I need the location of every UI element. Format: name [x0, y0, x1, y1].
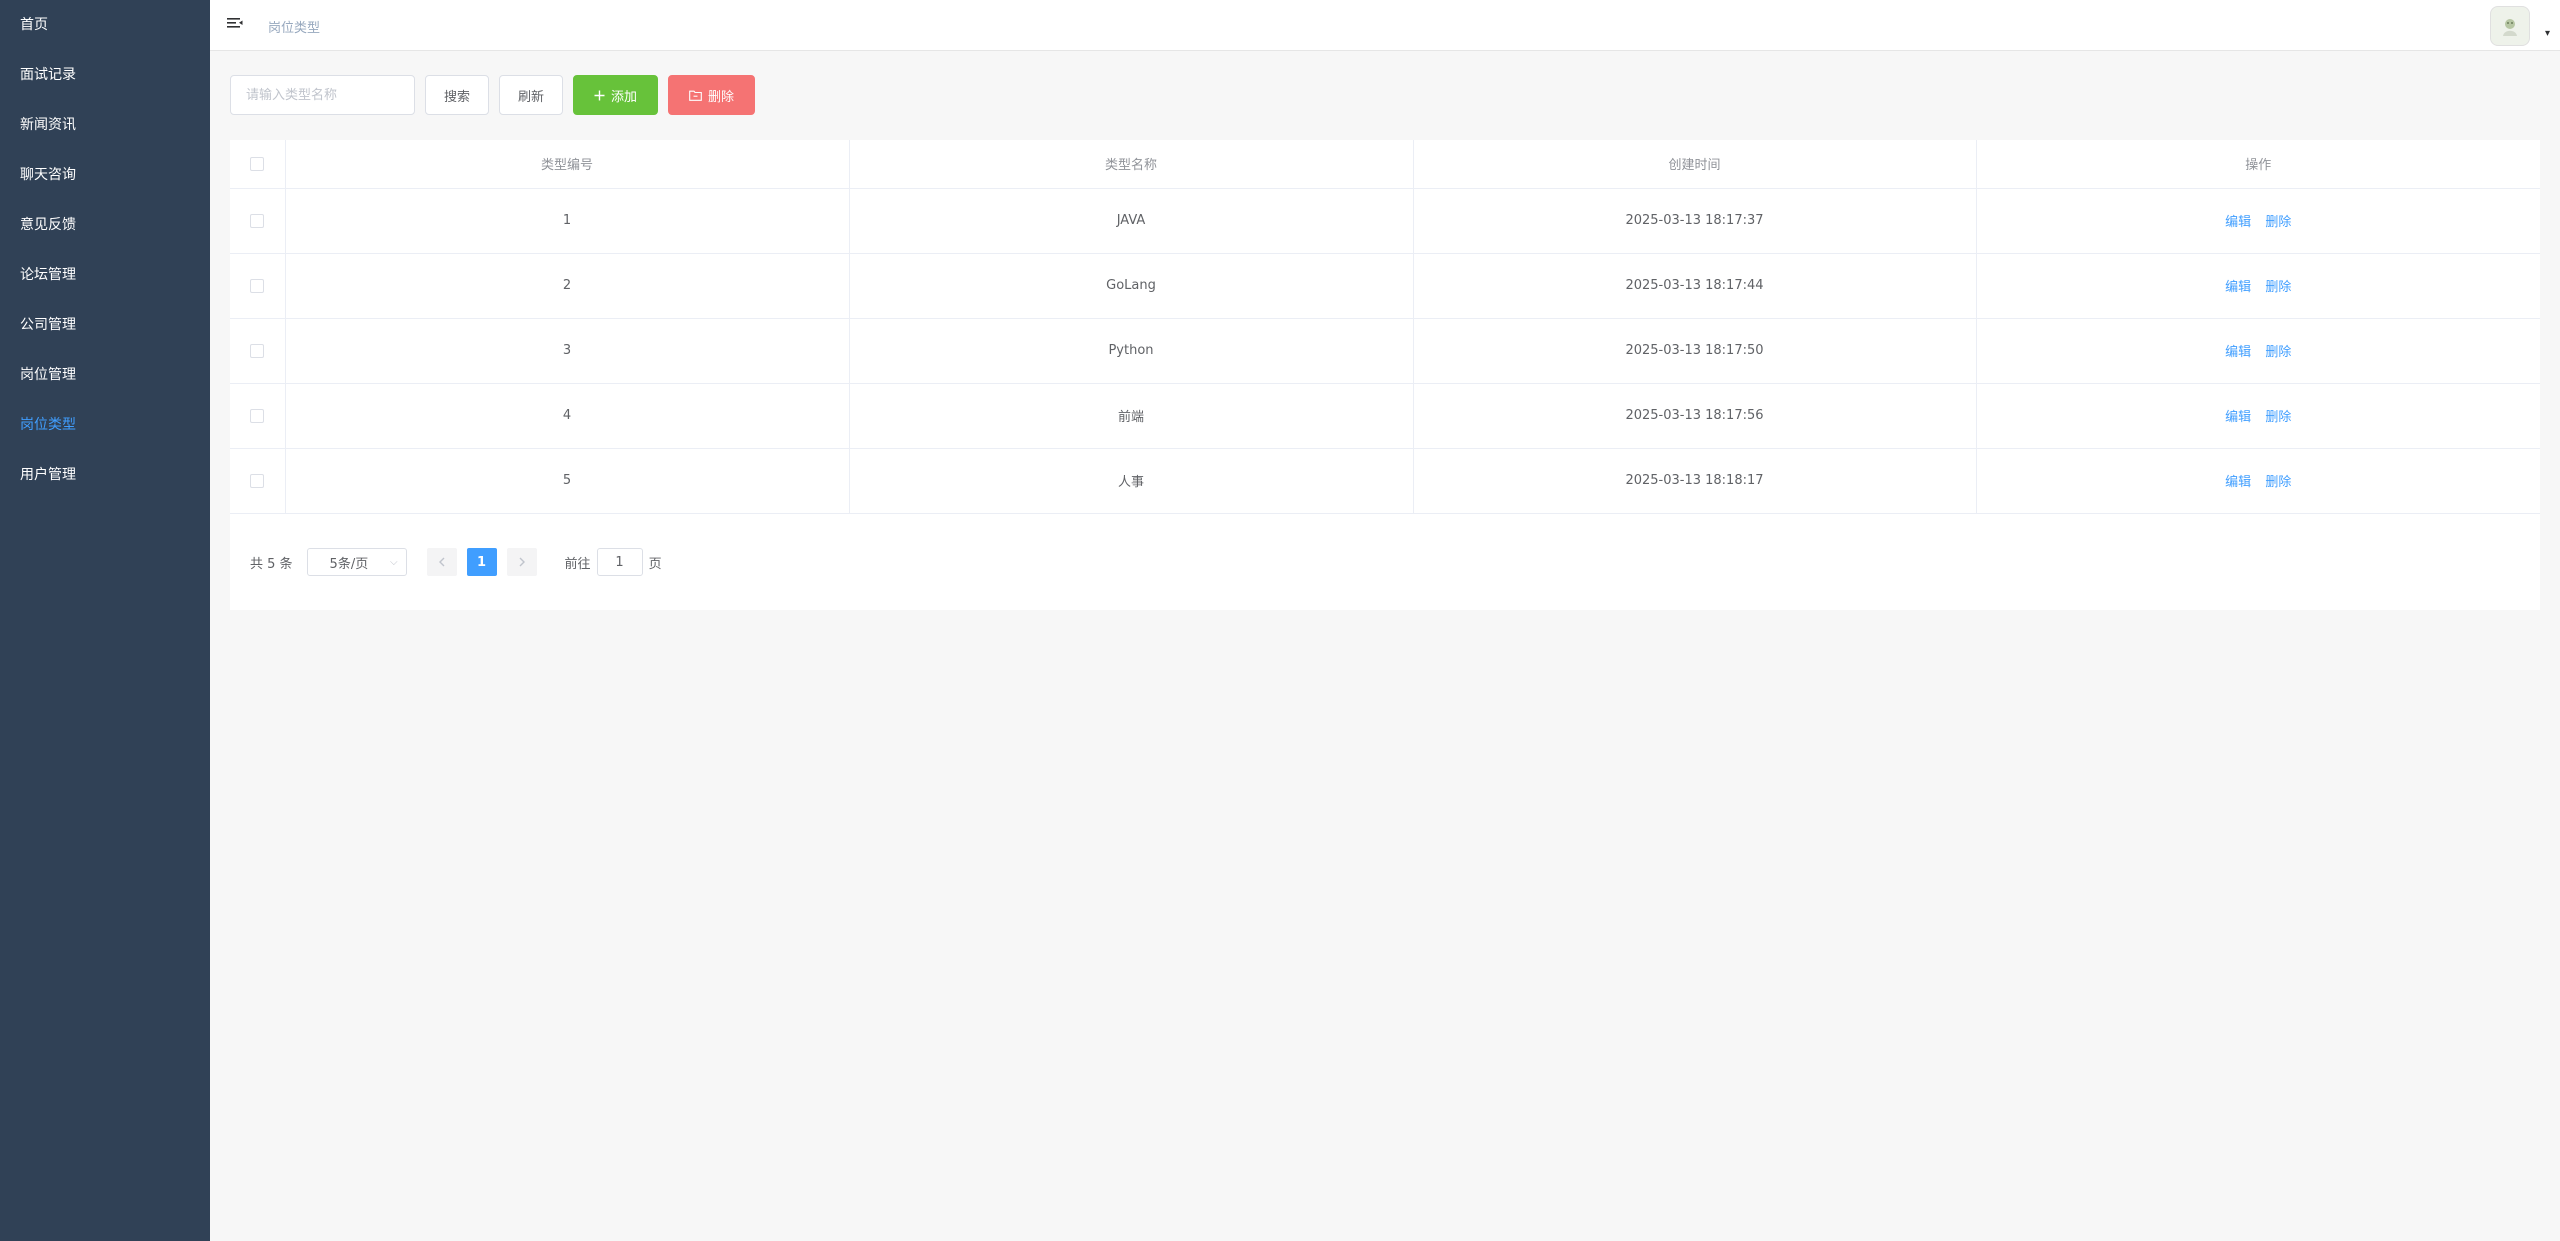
cell-id: 1: [285, 188, 850, 254]
cell-actions: 编辑 删除: [1976, 448, 2540, 514]
cell-created: 2025-03-13 18:17:50: [1413, 318, 1977, 384]
edit-link[interactable]: 编辑: [2225, 215, 2251, 230]
table-row: 1 JAVA 2025-03-13 18:17:37 编辑 删除: [230, 188, 2540, 254]
page-size-select[interactable]: 5条/页 ⌵: [306, 548, 407, 576]
delete-link[interactable]: 删除: [2265, 280, 2291, 295]
breadcrumb: 岗位类型: [268, 21, 321, 36]
table-row: 4 前端 2025-03-13 18:17:56 编辑 删除: [230, 383, 2540, 449]
row-checkbox[interactable]: [250, 278, 265, 293]
position-type-table: 类型编号 类型名称 创建时间 操作 1 JAVA 2025-03-13 18:1…: [230, 140, 2540, 514]
cell-created: 2025-03-13 18:18:17: [1413, 448, 1977, 514]
row-checkbox[interactable]: [250, 408, 265, 423]
caret-down-icon[interactable]: ▾: [2545, 28, 2550, 39]
sidebar-item-positions[interactable]: 岗位管理: [0, 350, 210, 400]
chevron-right-icon: [519, 557, 525, 567]
sidebar-item-position-types[interactable]: 岗位类型: [0, 400, 210, 450]
sidebar-item-interview-records[interactable]: 面试记录: [0, 50, 210, 100]
chevron-down-icon: ⌵: [389, 556, 398, 568]
refresh-button[interactable]: 刷新: [499, 75, 564, 115]
edit-link[interactable]: 编辑: [2225, 475, 2251, 490]
column-header-actions: 操作: [1976, 140, 2540, 189]
select-all-checkbox[interactable]: [250, 156, 265, 171]
cell-actions: 编辑 删除: [1976, 383, 2540, 449]
folder-delete-icon: [689, 90, 702, 101]
sidebar-item-home[interactable]: 首页: [0, 0, 210, 50]
sidebar-item-users[interactable]: 用户管理: [0, 450, 210, 500]
goto-prefix: 前往: [564, 556, 591, 572]
table-row: 5 人事 2025-03-13 18:18:17 编辑 删除: [230, 448, 2540, 514]
column-header-name: 类型名称: [849, 140, 1414, 189]
app-root: 首页 面试记录 新闻资讯 聊天咨询 意见反馈 论坛管理 公司管理 岗位管理 岗位…: [0, 0, 2560, 1241]
cell-created: 2025-03-13 18:17:56: [1413, 383, 1977, 449]
sidebar-item-chat[interactable]: 聊天咨询: [0, 150, 210, 200]
cell-name: Python: [849, 318, 1414, 384]
cell-created: 2025-03-13 18:17:44: [1413, 253, 1977, 319]
batch-delete-button-label: 删除: [708, 89, 735, 105]
plus-icon: [594, 90, 605, 101]
cell-actions: 编辑 删除: [1976, 253, 2540, 319]
sidebar-item-company[interactable]: 公司管理: [0, 300, 210, 350]
next-page-button[interactable]: [506, 548, 537, 576]
batch-delete-button[interactable]: 删除: [668, 75, 756, 115]
cell-id: 4: [285, 383, 850, 449]
table-row: 3 Python 2025-03-13 18:17:50 编辑 删除: [230, 318, 2540, 384]
toolbar: 搜索 刷新 添加 删除: [230, 75, 756, 115]
cell-id: 5: [285, 448, 850, 514]
avatar-image-icon: [2503, 19, 2517, 36]
select-all-cell: [230, 140, 286, 189]
cell-id: 3: [285, 318, 850, 384]
sidebar: 首页 面试记录 新闻资讯 聊天咨询 意见反馈 论坛管理 公司管理 岗位管理 岗位…: [0, 0, 210, 1241]
search-button[interactable]: 搜索: [425, 75, 490, 115]
delete-link[interactable]: 删除: [2265, 215, 2291, 230]
cell-id: 2: [285, 253, 850, 319]
column-header-created: 创建时间: [1413, 140, 1977, 189]
edit-link[interactable]: 编辑: [2225, 345, 2251, 360]
delete-link[interactable]: 删除: [2265, 345, 2291, 360]
top-header: 岗位类型 ▾: [210, 0, 2560, 51]
row-checkbox[interactable]: [250, 473, 265, 488]
goto-suffix: 页: [648, 556, 662, 572]
sidebar-item-forum[interactable]: 论坛管理: [0, 250, 210, 300]
chevron-left-icon: [438, 557, 445, 567]
pagination: 共 5 条 5条/页 ⌵ 1 前往 页: [250, 548, 662, 576]
cell-name: 人事: [849, 448, 1414, 514]
search-button-label: 搜索: [444, 89, 471, 105]
goto-page-input[interactable]: [596, 548, 643, 576]
table-card: 类型编号 类型名称 创建时间 操作 1 JAVA 2025-03-13 18:1…: [230, 140, 2540, 610]
cell-actions: 编辑 删除: [1976, 188, 2540, 254]
cell-created: 2025-03-13 18:17:37: [1413, 188, 1977, 254]
row-checkbox[interactable]: [250, 213, 265, 228]
avatar[interactable]: [2490, 6, 2530, 46]
cell-actions: 编辑 删除: [1976, 318, 2540, 384]
sidebar-item-news[interactable]: 新闻资讯: [0, 100, 210, 150]
column-header-id: 类型编号: [285, 140, 850, 189]
prev-page-button[interactable]: [426, 548, 457, 576]
edit-link[interactable]: 编辑: [2225, 410, 2251, 425]
add-button[interactable]: 添加: [573, 75, 659, 115]
page-jumper: 前往 页: [565, 548, 662, 576]
row-checkbox[interactable]: [250, 343, 265, 358]
refresh-button-label: 刷新: [518, 89, 545, 105]
cell-name: GoLang: [849, 253, 1414, 319]
sidebar-item-feedback[interactable]: 意见反馈: [0, 200, 210, 250]
delete-link[interactable]: 删除: [2265, 475, 2291, 490]
pagination-total: 共 5 条: [250, 556, 293, 572]
search-input[interactable]: [230, 75, 415, 115]
add-button-label: 添加: [611, 89, 638, 105]
table-row: 2 GoLang 2025-03-13 18:17:44 编辑 删除: [230, 253, 2540, 319]
cell-name: 前端: [849, 383, 1414, 449]
page-size-value: 5条/页: [329, 556, 369, 572]
edit-link[interactable]: 编辑: [2225, 280, 2251, 295]
cell-name: JAVA: [849, 188, 1414, 254]
page-number-current[interactable]: 1: [466, 548, 497, 576]
table-header-row: 类型编号 类型名称 创建时间 操作: [230, 140, 2540, 189]
delete-link[interactable]: 删除: [2265, 410, 2291, 425]
hamburger-icon[interactable]: [226, 15, 244, 33]
